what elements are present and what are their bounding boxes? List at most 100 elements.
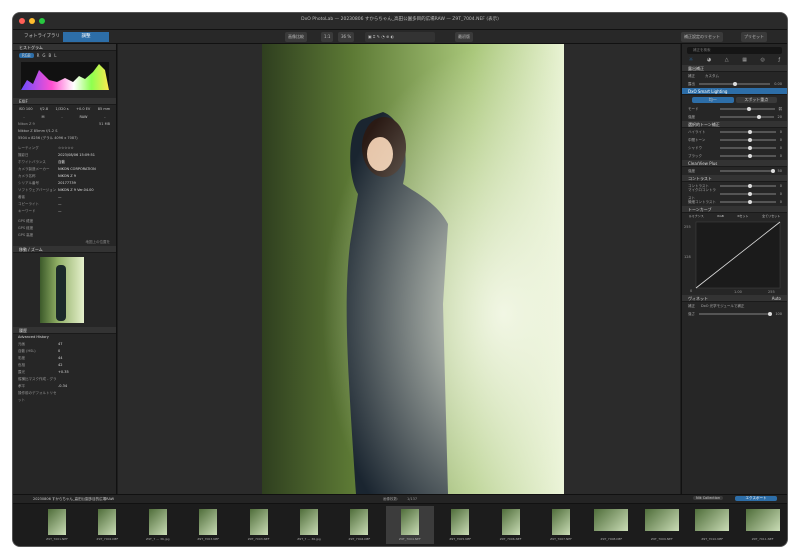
exposure-mode-select[interactable]: カスタム xyxy=(705,72,719,80)
reset-corrections-button[interactable]: 補正設定のリセット xyxy=(681,32,723,42)
export-button[interactable]: エクスポート xyxy=(735,496,777,501)
folder-path[interactable]: 20230806 すからちゃん_高田公園多目的広場RAW xyxy=(33,497,114,502)
slider-value[interactable]: 50 xyxy=(778,167,787,175)
vignette-mode-select[interactable]: DxO 光学モジュールで補正 xyxy=(701,302,744,310)
channel-r[interactable]: R xyxy=(37,53,40,58)
vignette-slider[interactable] xyxy=(699,311,773,316)
exposure-slider[interactable] xyxy=(699,81,771,86)
filmstrip-thumbnail[interactable]: Z9T_7 — 36.jpg xyxy=(134,506,182,544)
curve-tab-luminance[interactable]: ルミナンス xyxy=(689,213,704,220)
navigator[interactable] xyxy=(13,253,116,327)
tone-section[interactable]: 選択的トーン補正 xyxy=(682,121,787,128)
filmstrip-thumbnail[interactable]: Z9T_7011.NEF xyxy=(739,506,787,544)
slider-value[interactable]: 0 xyxy=(780,136,787,144)
vignette-value[interactable]: 100 xyxy=(775,310,787,318)
filmstrip-thumbnail[interactable]: Z9T_7001.NEF xyxy=(33,506,81,544)
contrast-section[interactable]: コントラスト xyxy=(682,175,787,182)
slider-value[interactable]: 0 xyxy=(780,182,787,190)
clearview-section[interactable]: ClearView Plus xyxy=(682,160,787,167)
tab-library[interactable]: フォトライブラリ xyxy=(19,32,65,42)
loupe-header[interactable]: 移動 / ズーム xyxy=(13,246,116,253)
geometry-icon[interactable]: ▦ xyxy=(742,57,747,65)
adjust-slider[interactable] xyxy=(720,183,776,188)
adjust-slider[interactable] xyxy=(720,168,776,173)
slider-knob[interactable] xyxy=(747,199,752,204)
detail-icon[interactable]: △ xyxy=(725,57,729,65)
curve-tab-rgb[interactable]: RGB xyxy=(717,213,723,220)
filmstrip-thumbnail[interactable]: Z9T_7003.NEF xyxy=(235,506,283,544)
exposure-section[interactable]: 露出補正 xyxy=(682,65,787,72)
palette-icons[interactable]: ☼ ◕ △ ▦ ◎ ƒ xyxy=(682,57,787,65)
curve-reset[interactable]: Rセット xyxy=(737,213,748,220)
tone-curve[interactable]: 255 128 0 1.00 255 xyxy=(682,220,787,294)
filmstrip-thumbnail[interactable]: Z9T_7003.NEF xyxy=(184,506,232,544)
adjust-slider[interactable] xyxy=(720,106,775,111)
curve-reset-all[interactable]: 全てリセット xyxy=(762,213,780,220)
filmstrip-thumbnail[interactable]: Z9T_7007.NEF xyxy=(537,506,585,544)
item-label: ソフトウェアバージョン xyxy=(18,188,57,192)
history-header[interactable]: 履歴 xyxy=(13,327,116,334)
preview-button[interactable]: 最初版 xyxy=(455,32,473,42)
filmstrip-thumbnail[interactable]: Z9T_7004.NEF xyxy=(335,506,383,544)
slider-value[interactable]: 0 xyxy=(780,144,787,152)
adjust-slider[interactable] xyxy=(720,145,776,150)
slider-knob[interactable] xyxy=(747,145,752,150)
vignette-mode[interactable]: Auto xyxy=(772,295,781,302)
tab-uniform[interactable]: 均一 xyxy=(692,97,734,103)
search-input[interactable]: 補正を検索 xyxy=(687,47,782,54)
adjust-slider[interactable] xyxy=(720,199,776,204)
vignette-section[interactable]: ヴィネット Auto xyxy=(682,295,787,302)
channel-g[interactable]: G xyxy=(42,53,45,58)
local-icon[interactable]: ◎ xyxy=(760,57,764,65)
adjust-slider[interactable] xyxy=(720,191,776,196)
tab-customize[interactable]: 調整 xyxy=(63,32,109,42)
nik-collection-button[interactable]: Nik Collection xyxy=(693,496,724,500)
slider-value[interactable]: 0 xyxy=(780,190,787,198)
slider-value[interactable]: 弱 xyxy=(779,105,788,113)
filmstrip-thumbnail[interactable]: Z9T_7004.NEF xyxy=(385,506,434,544)
filmstrip-thumbnail[interactable]: Z9T_7 — 36.jpg xyxy=(285,506,333,544)
tone-curve-section[interactable]: トーンカーブ xyxy=(682,206,787,213)
image-viewer[interactable] xyxy=(118,44,680,494)
color-icon[interactable]: ◕ xyxy=(707,57,711,65)
channel-rgb[interactable]: RGB xyxy=(19,53,34,58)
light-icon[interactable]: ☼ xyxy=(689,57,693,65)
slider-value[interactable]: 0 xyxy=(780,128,787,136)
channel-l[interactable]: L xyxy=(54,53,56,58)
history-mode[interactable]: Advanced History xyxy=(13,334,116,341)
exposure-value[interactable]: 0.00 xyxy=(774,80,787,88)
filmstrip-thumbnail[interactable]: Z9T_7008.NEF xyxy=(587,506,635,544)
effects-icon[interactable]: ƒ xyxy=(778,57,780,65)
channel-b[interactable]: B xyxy=(49,53,52,58)
slider-knob[interactable] xyxy=(747,153,752,158)
slider-knob[interactable] xyxy=(747,191,752,196)
one-to-one-button[interactable]: 1:1 xyxy=(321,32,334,42)
filmstrip-thumbnail[interactable]: Z9T_7006.NEF xyxy=(487,506,535,544)
slider-knob[interactable] xyxy=(757,114,762,119)
adjust-slider[interactable] xyxy=(720,129,776,134)
filmstrip-thumbnail[interactable]: Z9T_7010.NEF xyxy=(688,506,736,544)
slider-knob[interactable] xyxy=(747,129,752,134)
filmstrip-thumbnail[interactable]: Z9T_7002.NEF xyxy=(83,506,131,544)
compare-button[interactable]: 画像比較 xyxy=(285,32,307,42)
filmstrip-thumbnail[interactable]: Z9T_7009.NEF xyxy=(638,506,686,544)
gps-link[interactable]: 地図上の位置を xyxy=(13,239,116,246)
filmstrip-thumbnail[interactable]: Z9T_7005.NEF xyxy=(436,506,484,544)
slider-knob[interactable] xyxy=(747,183,752,188)
slider-value[interactable]: 20 xyxy=(778,113,787,121)
smart-lighting-section[interactable]: DxO Smart Lighting xyxy=(682,88,787,95)
tool-icons[interactable]: ▣ ⌗ ✎ ◔ ⊕ ◐ xyxy=(365,32,435,42)
preset-button[interactable]: プリセット xyxy=(741,32,767,42)
histogram-header[interactable]: ヒストグラム xyxy=(13,44,116,51)
slider-knob[interactable] xyxy=(771,168,776,173)
exif-header[interactable]: EXIF xyxy=(13,98,116,105)
adjust-slider[interactable] xyxy=(720,114,774,119)
slider-knob[interactable] xyxy=(747,137,752,142)
adjust-slider[interactable] xyxy=(720,137,776,142)
adjust-slider[interactable] xyxy=(720,153,776,158)
zoom-select[interactable]: 36 % xyxy=(338,32,355,42)
slider-knob[interactable] xyxy=(747,106,752,111)
slider-value[interactable]: 0 xyxy=(780,198,787,206)
tab-spot[interactable]: スポット重点 xyxy=(735,97,777,103)
slider-value[interactable]: 0 xyxy=(780,152,787,160)
